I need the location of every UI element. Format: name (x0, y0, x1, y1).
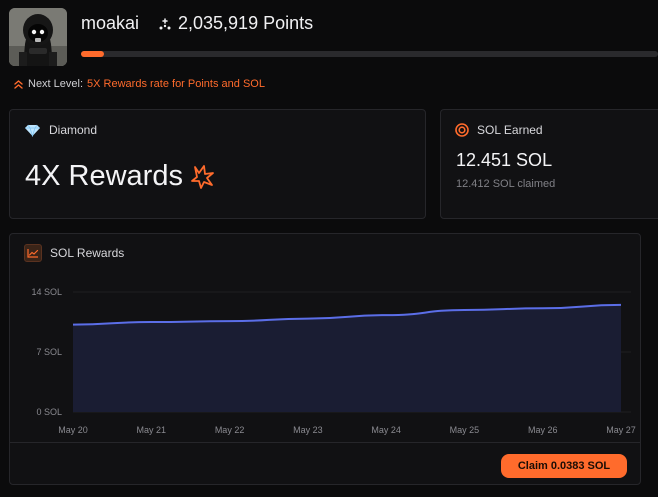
sol-earned-header: SOL Earned (455, 123, 543, 137)
x-tick-label: May 21 (137, 425, 167, 435)
level-progress-bar (81, 51, 658, 57)
points-sparkle-icon (159, 17, 171, 29)
chart-x-axis: May 20 May 21 May 22 May 23 May 24 May 25 May … (58, 425, 636, 435)
sol-claimed-text: 12.412 SOL claimed (456, 178, 556, 190)
y-tick-label: 7 SOL (36, 347, 62, 357)
double-chevron-up-icon (14, 79, 23, 89)
trend-chart-glyph (27, 249, 39, 258)
sol-earned-value: 12.451 SOL (456, 150, 553, 170)
x-tick-label: May 26 (528, 425, 558, 435)
points-display: 2,035,919 Points (158, 13, 313, 34)
x-tick-label: May 24 (371, 425, 401, 435)
x-tick-label: May 27 (606, 425, 636, 435)
x-tick-label: May 22 (215, 425, 245, 435)
trend-chart-icon (24, 244, 42, 262)
sol-coins-icon (455, 123, 469, 137)
hooded-figure-avatar (9, 8, 67, 66)
next-level-value: 5X Rewards rate for Points and SOL (87, 78, 265, 90)
sol-rewards-chart: 14 SOL7 SOL0 SOL May 20 May 21 May 22 May 2… (31, 287, 636, 435)
next-level-label: Next Level: (28, 78, 84, 90)
chart-area-layer (72, 303, 622, 412)
next-level-info: Next Level: 5X Rewards rate for Points a… (13, 78, 265, 90)
x-tick-label: May 25 (450, 425, 480, 435)
x-tick-label: May 23 (293, 425, 323, 435)
chart-divider (10, 442, 640, 443)
points-value: 2,035,919 Points (178, 13, 314, 33)
sol-earned-title: SOL Earned (477, 123, 543, 137)
x-tick-label: May 20 (58, 425, 88, 435)
tier-name: Diamond (49, 123, 98, 137)
tier-rewards: 4X Rewards (25, 160, 215, 193)
username: moakai (81, 13, 140, 33)
y-tick-label: 0 SOL (36, 407, 62, 417)
tier-rewards-text: 4X Rewards (25, 160, 183, 192)
y-tick-label: 14 SOL (31, 287, 62, 297)
claim-sol-button[interactable]: Claim 0.0383 SOL (501, 454, 627, 478)
series-area-fill (73, 304, 621, 412)
tier-header: Diamond (24, 123, 97, 137)
avatar[interactable] (9, 8, 67, 66)
sol-rewards-header: SOL Rewards (24, 244, 124, 262)
chart-y-axis: 14 SOL 7 SOL 0 SOL (31, 287, 62, 417)
sol-rewards-title: SOL Rewards (50, 246, 125, 260)
burst-star-icon (191, 164, 214, 189)
tier-card: Diamond 4X Rewards (9, 109, 426, 219)
diamond-icon (25, 124, 40, 137)
level-progress-fill (81, 51, 105, 57)
sol-earned-card: SOL Earned 12.451 SOL 12.412 SOL claimed (440, 109, 658, 219)
sol-rewards-card: 14 SOL 7 SOL 0 SOL May 20 May 21 May 22 May 2… (9, 233, 641, 485)
